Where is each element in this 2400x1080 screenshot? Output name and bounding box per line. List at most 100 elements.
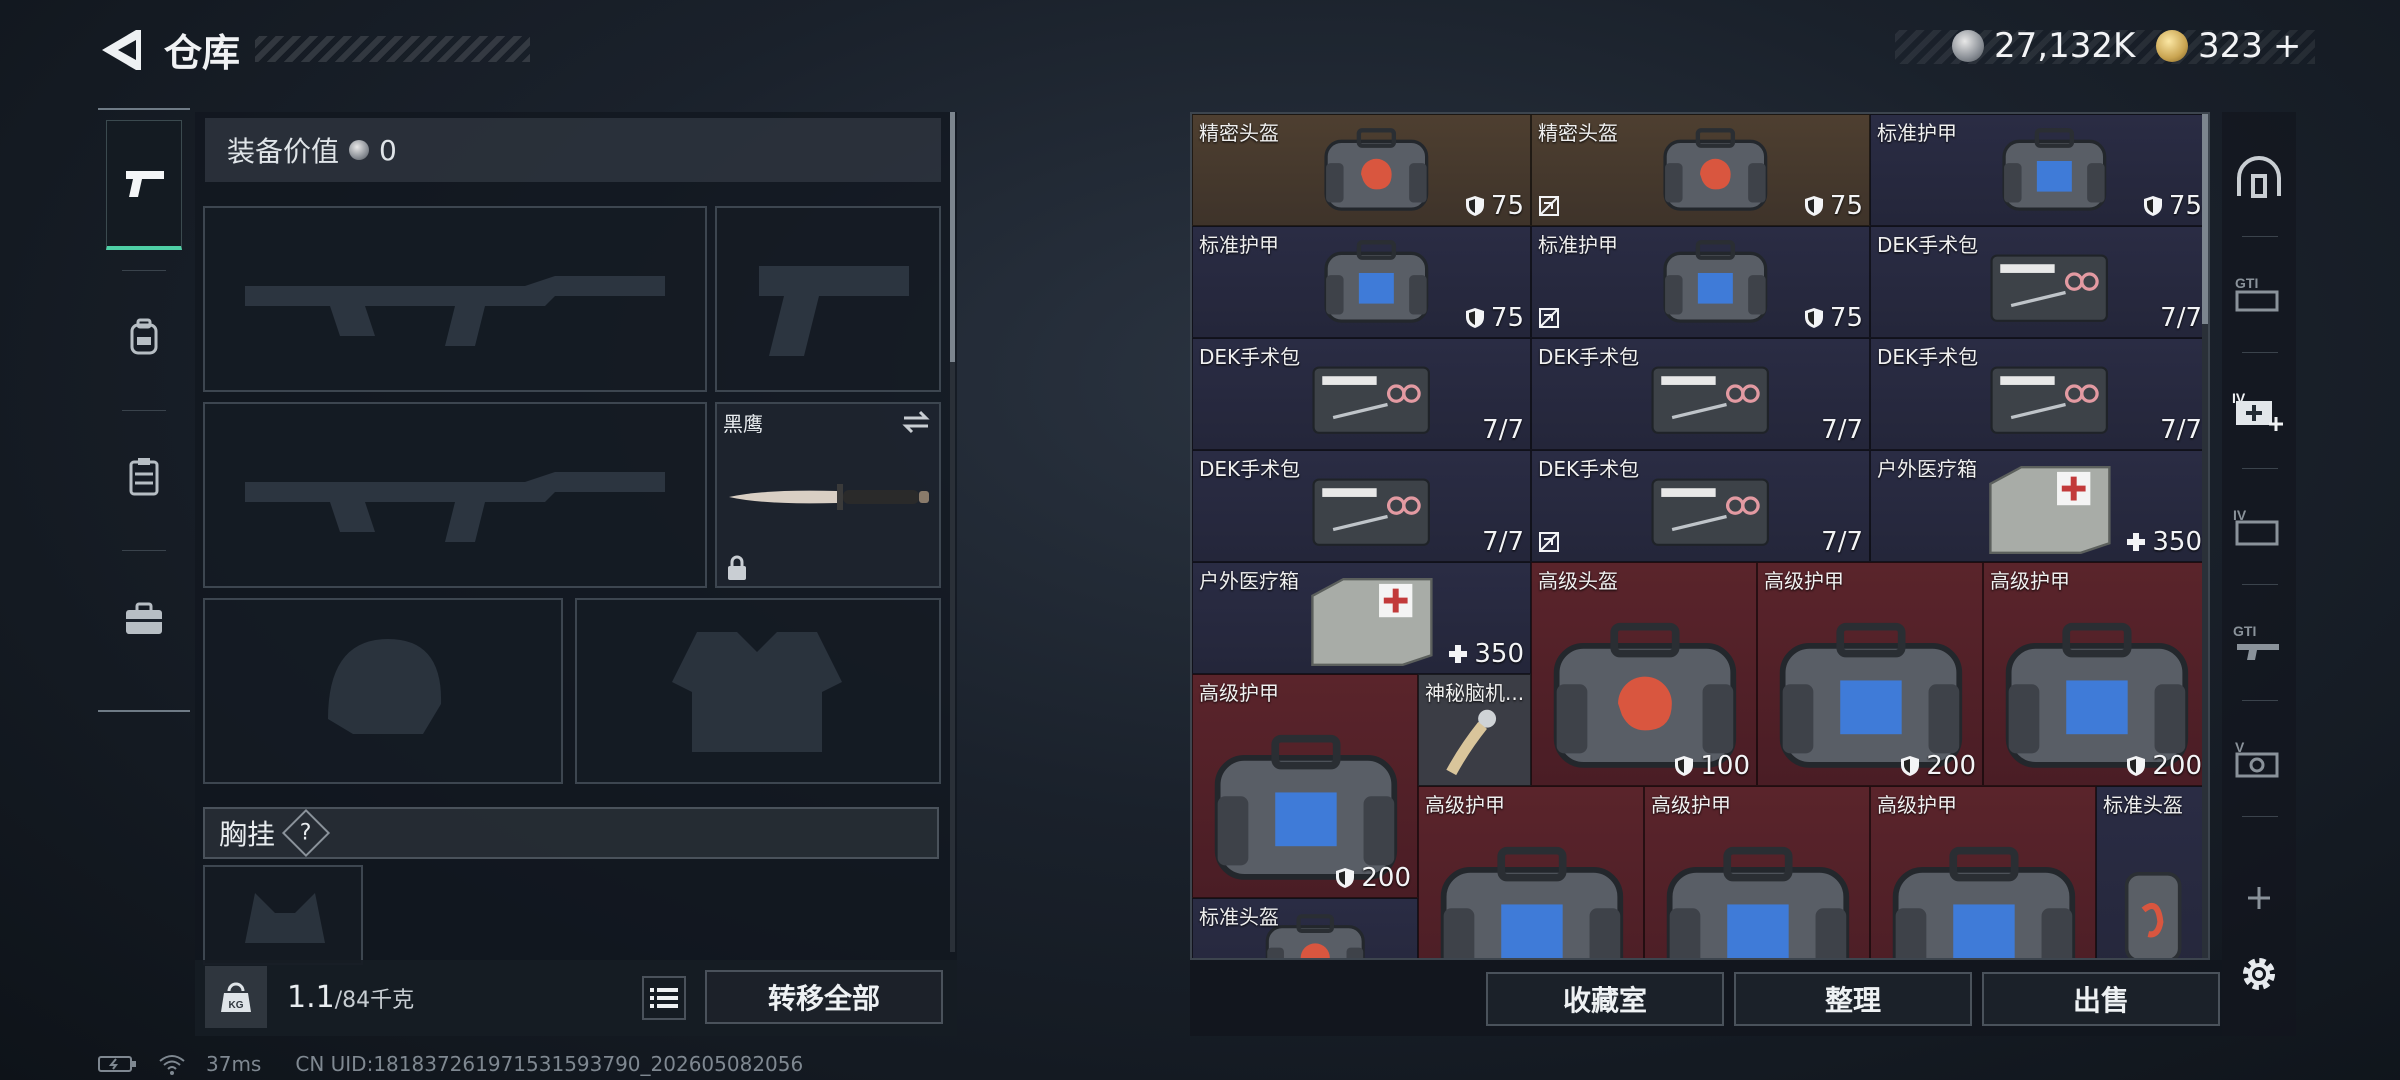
organize-button[interactable]: 整理 <box>1734 972 1972 1026</box>
status-bar: 37ms CN UID:18183726197153159379​0_20260… <box>98 1052 803 1076</box>
surgical-kit-icon <box>1990 366 2108 435</box>
storage-item[interactable]: 高级护甲 <box>1870 786 2096 958</box>
primary-weapon-slot[interactable] <box>203 206 707 392</box>
collection-room-button[interactable]: 收藏室 <box>1486 972 1724 1026</box>
storage-item[interactable]: DEK手术包 7/7 <box>1531 338 1870 450</box>
item-stat: 75 <box>1465 303 1524 333</box>
storage-item[interactable]: 高级头盔 100 <box>1531 562 1757 786</box>
storage-item[interactable]: 标准头盔 <box>1192 898 1418 958</box>
nav-weapons[interactable] <box>106 120 182 250</box>
currency-silver-value: 27,132K <box>1994 26 2136 66</box>
item-flag <box>1538 531 1560 553</box>
chest-rig-row: 胸挂 ? <box>203 807 939 859</box>
storage-item[interactable]: 标准护甲 75 <box>1192 226 1531 338</box>
item-name: 精密头盔 <box>1199 121 1279 145</box>
storage-item[interactable]: 高级护甲 <box>1644 786 1870 958</box>
storage-item[interactable]: DEK手术包 7/7 <box>1192 450 1531 562</box>
storage-item[interactable]: 户外医疗箱 350 <box>1870 450 2208 562</box>
back-button[interactable] <box>96 24 144 76</box>
list-view-button[interactable] <box>642 976 686 1020</box>
weight-max: /84千克 <box>334 988 415 1013</box>
storage-item[interactable]: DEK手术包 7/7 <box>1192 338 1531 450</box>
pistol-silhouette-icon <box>759 266 909 356</box>
item-stat: 7/7 <box>2160 415 2202 445</box>
storage-item[interactable]: 高级护甲 200 <box>1757 562 1983 786</box>
nav-backpack[interactable] <box>106 272 182 402</box>
item-stat-value: 350 <box>1474 639 1524 669</box>
rifle-silhouette-icon <box>245 472 665 542</box>
gti-storage-icon: GTI <box>2235 275 2279 312</box>
item-stat: 7/7 <box>1821 527 1863 557</box>
item-stat-value: 200 <box>1361 863 1411 893</box>
melee-slot[interactable]: 黑鹰 <box>715 402 941 588</box>
nav-divider <box>2242 352 2278 353</box>
user-uid: CN UID:18183726197153159379​0_2026050820… <box>295 1052 804 1076</box>
settings-button[interactable] <box>2230 944 2288 1004</box>
item-stat: 7/7 <box>1482 527 1524 557</box>
storage-item[interactable]: 标准头盔 <box>2096 786 2208 958</box>
tab-bunker[interactable] <box>2230 148 2288 208</box>
armor-case-icon <box>1663 240 1767 323</box>
page-title: 仓库 <box>164 31 241 75</box>
loadout-scrollbar[interactable] <box>950 112 955 362</box>
primary-weapon-slot-2[interactable] <box>203 402 707 588</box>
item-stat-value: 350 <box>2152 527 2202 557</box>
armor-slot[interactable] <box>575 598 941 784</box>
shield-icon <box>1804 308 1823 328</box>
sell-button[interactable]: 出售 <box>1982 972 2220 1026</box>
svg-text:KG: KG <box>229 1000 244 1011</box>
weight-icon-box: KG <box>205 966 267 1028</box>
item-stat: 7/7 <box>1482 415 1524 445</box>
storage-item[interactable]: DEK手术包 7/7 <box>1870 338 2208 450</box>
storage-item[interactable]: DEK手术包 7/7 <box>1870 226 2208 338</box>
silver-coin-icon <box>349 140 370 160</box>
item-stat: 200 <box>1900 751 1976 781</box>
currency-gold-add[interactable]: + <box>2273 26 2302 66</box>
storage-item[interactable]: 标准护甲 75 <box>1870 114 2208 226</box>
storage-item[interactable]: 精密头盔 75 <box>1531 114 1870 226</box>
item-name: 标准护甲 <box>1538 233 1618 257</box>
storage-item[interactable]: DEK手术包 7/7 <box>1531 450 1870 562</box>
swap-icon[interactable] <box>901 410 931 434</box>
gti-weapon-storage-icon: GTI <box>2233 623 2279 660</box>
vest-icon <box>129 458 159 496</box>
storage-item[interactable]: 高级护甲 200 <box>1983 562 2208 786</box>
brain-chip-icon <box>1445 709 1496 776</box>
chest-rig-slot[interactable] <box>203 865 363 965</box>
melee-name: 黑鹰 <box>723 412 763 436</box>
nav-case[interactable] <box>106 554 182 684</box>
help-icon[interactable]: ? <box>281 808 331 858</box>
helmet-slot[interactable] <box>203 598 563 784</box>
surgical-kit-icon <box>1651 478 1769 547</box>
add-storage-button[interactable] <box>2230 868 2288 928</box>
storage-item[interactable]: 精密头盔 75 <box>1192 114 1531 226</box>
storage-scrollbar[interactable] <box>2202 114 2208 324</box>
storage-item[interactable]: 高级护甲 <box>1418 786 1644 958</box>
tab-gti-weapon-storage[interactable]: GTI <box>2230 612 2288 672</box>
transfer-all-button[interactable]: 转移全部 <box>705 970 943 1024</box>
storage-item[interactable]: 神秘脑机... <box>1418 674 1531 786</box>
tab-iv-storage[interactable]: IV <box>2230 496 2288 556</box>
item-name: 高级护甲 <box>1990 569 2070 593</box>
item-stat-value: 100 <box>1700 751 1750 781</box>
currency-silver[interactable]: 27,132K <box>1952 26 2135 66</box>
tab-medical-storage[interactable]: IV <box>2230 380 2288 440</box>
item-stat-value: 7/7 <box>1482 527 1524 557</box>
armor-case-icon <box>1440 846 1624 958</box>
storage-item[interactable]: 标准护甲 75 <box>1531 226 1870 338</box>
storage-item[interactable]: 户外医疗箱 350 <box>1192 562 1531 674</box>
nav-chest-rig[interactable] <box>106 412 182 542</box>
tab-gti-storage[interactable]: GTI <box>2230 264 2288 324</box>
weight-readout: 1.1 /84千克 <box>287 980 414 1015</box>
nav-divider <box>2242 700 2278 701</box>
equipment-value: 0 <box>379 133 397 167</box>
item-name: 高级护甲 <box>1425 793 1505 817</box>
tab-v-storage[interactable]: V <box>2230 728 2288 788</box>
storage-item[interactable]: 高级护甲 200 <box>1192 674 1418 898</box>
nav-divider <box>2242 468 2278 469</box>
chest-rig-label: 胸挂 <box>219 818 276 851</box>
item-stat: 7/7 <box>1821 415 1863 445</box>
secondary-weapon-slot[interactable] <box>715 206 941 392</box>
currency-gold[interactable]: 323 + <box>2156 26 2301 66</box>
item-name: 标准护甲 <box>1199 233 1279 257</box>
